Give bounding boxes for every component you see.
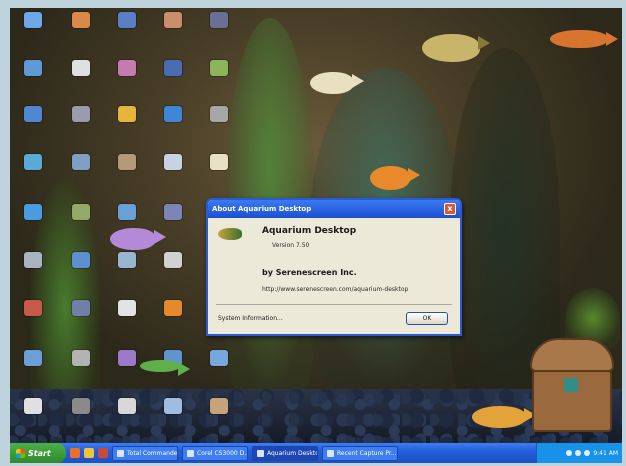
desktop-icon[interactable] <box>164 60 182 76</box>
browser-quicklaunch-icon[interactable] <box>70 448 80 458</box>
taskbar-button[interactable]: Aquarium Desktop <box>252 445 318 461</box>
taskbar-button[interactable]: Corel CS3000 D... <box>182 445 248 461</box>
desktop-icon[interactable] <box>72 60 90 76</box>
desktop-icon[interactable] <box>164 252 182 268</box>
desktop-icon[interactable] <box>72 300 90 316</box>
company-label: by Serenescreen Inc. <box>262 268 357 277</box>
striped-fish-decoration <box>422 34 490 62</box>
desktop-icon[interactable] <box>210 60 228 76</box>
treasure-chest-decoration <box>530 338 614 434</box>
version-label: Version 7.50 <box>272 242 310 249</box>
folder-quicklaunch-icon[interactable] <box>84 448 94 458</box>
desktop-icon[interactable] <box>164 12 182 28</box>
goldfish-decoration <box>370 166 420 190</box>
taskbar-button-label: Corel CS3000 D... <box>197 449 248 457</box>
antivirus-icon[interactable] <box>584 450 591 456</box>
system-tray: 9:41 AM <box>536 443 622 463</box>
desktop-icon[interactable] <box>210 350 228 366</box>
orange-fish-decoration <box>550 30 618 48</box>
yellow-fish-decoration <box>472 406 536 428</box>
website-link[interactable]: http://www.serenescreen.com/aquarium-des… <box>262 286 408 293</box>
desktop-icon[interactable] <box>118 204 136 220</box>
window-icon <box>187 449 194 457</box>
desktop-icon[interactable] <box>24 350 42 366</box>
desktop-icon[interactable] <box>24 12 42 28</box>
desktop-icon[interactable] <box>164 398 182 414</box>
desktop-icon[interactable] <box>24 106 42 122</box>
desktop-icon[interactable] <box>72 106 90 122</box>
desktop-icon[interactable] <box>24 204 42 220</box>
taskbar-button[interactable]: Total Commander 6... <box>112 445 178 461</box>
fish-icon <box>218 228 242 240</box>
dialog-divider <box>216 304 452 305</box>
desktop-icon[interactable] <box>164 154 182 170</box>
desktop-icon[interactable] <box>24 300 42 316</box>
taskbar-button[interactable]: Recent Capture Pr... <box>322 445 398 461</box>
ok-button[interactable]: OK <box>406 312 448 325</box>
desktop-icon[interactable] <box>72 350 90 366</box>
taskbar: Start Total Commander 6... Corel CS3000 … <box>10 443 622 463</box>
window-icon <box>257 449 264 457</box>
desktop-icon[interactable] <box>210 106 228 122</box>
windows-logo-icon <box>16 448 25 458</box>
desktop-icon[interactable] <box>164 204 182 220</box>
taskbar-button-label: Aquarium Desktop <box>267 449 318 457</box>
window-icon <box>117 449 124 457</box>
start-label: Start <box>28 448 51 458</box>
media-quicklaunch-icon[interactable] <box>98 448 108 458</box>
desktop-icon[interactable] <box>210 398 228 414</box>
taskbar-button-label: Recent Capture Pr... <box>337 449 397 457</box>
desktop-icon[interactable] <box>164 106 182 122</box>
window-icon <box>327 449 334 457</box>
desktop-icon[interactable] <box>118 398 136 414</box>
desktop-icon[interactable] <box>118 252 136 268</box>
system-information-button[interactable]: System Information... <box>218 315 283 322</box>
desktop-icon[interactable] <box>118 154 136 170</box>
dialog-titlebar[interactable]: About Aquarium Desktop x <box>208 200 460 218</box>
desktop-icon[interactable] <box>118 60 136 76</box>
desktop-icon[interactable] <box>72 12 90 28</box>
purple-fish-decoration <box>110 228 166 250</box>
desktop-icon[interactable] <box>164 300 182 316</box>
desktop-icon[interactable] <box>24 252 42 268</box>
desktop-icon[interactable] <box>72 252 90 268</box>
clock[interactable]: 9:41 AM <box>593 450 618 457</box>
volume-icon[interactable] <box>575 450 582 456</box>
desktop-icon[interactable] <box>118 106 136 122</box>
network-icon[interactable] <box>566 450 573 456</box>
desktop: About Aquarium Desktop x Aquarium Deskto… <box>10 8 622 463</box>
taskbar-button-label: Total Commander 6... <box>127 449 178 457</box>
desktop-icon[interactable] <box>24 398 42 414</box>
desktop-icon[interactable] <box>118 350 136 366</box>
clownfish-decoration <box>310 72 364 94</box>
photo-frame: About Aquarium Desktop x Aquarium Deskto… <box>0 0 626 466</box>
desktop-icon[interactable] <box>210 12 228 28</box>
desktop-icon[interactable] <box>24 154 42 170</box>
desktop-icon[interactable] <box>24 60 42 76</box>
start-button[interactable]: Start <box>10 443 66 463</box>
green-fish-decoration <box>140 360 190 376</box>
desktop-icon[interactable] <box>72 154 90 170</box>
desktop-icon[interactable] <box>118 300 136 316</box>
desktop-icon[interactable] <box>72 398 90 414</box>
close-button[interactable]: x <box>444 203 456 215</box>
desktop-icon[interactable] <box>72 204 90 220</box>
dialog-title: About Aquarium Desktop <box>212 205 312 213</box>
desktop-icon[interactable] <box>118 12 136 28</box>
desktop-icon[interactable] <box>210 154 228 170</box>
product-name: Aquarium Desktop <box>262 226 357 236</box>
about-dialog: About Aquarium Desktop x Aquarium Deskto… <box>206 198 462 336</box>
